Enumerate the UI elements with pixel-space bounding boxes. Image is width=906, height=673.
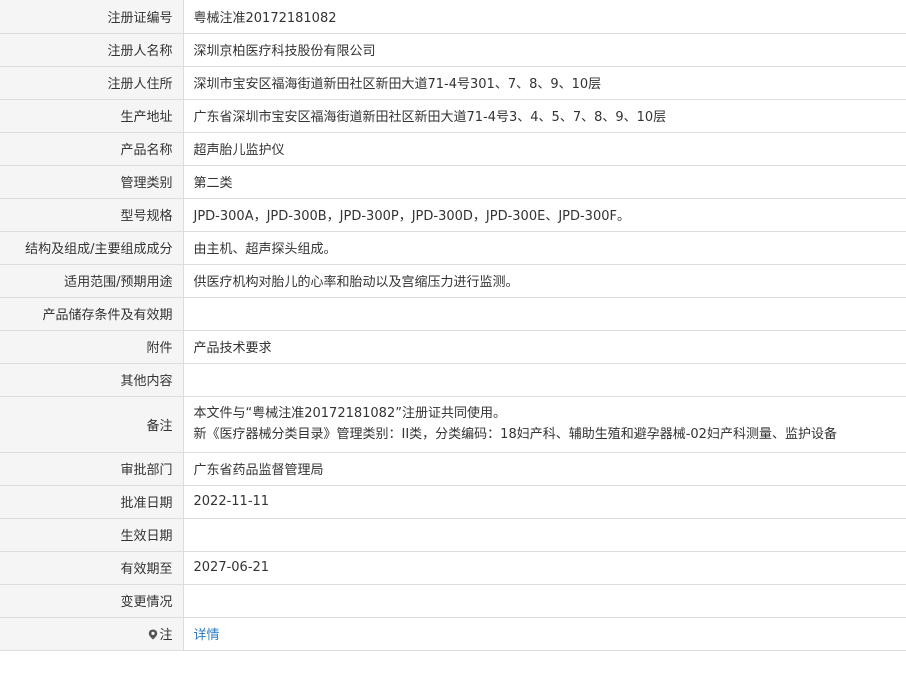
note-label-cell: 注 <box>0 617 184 651</box>
field-label: 结构及组成/主要组成成分 <box>0 231 184 265</box>
table-row: 注册人名称 深圳京柏医疗科技股份有限公司 <box>0 33 906 67</box>
registration-record-table: 注册证编号 粤械注准20172181082 注册人名称 深圳京柏医疗科技股份有限… <box>0 0 906 651</box>
table-row: 注册人住所 深圳市宝安区福海街道新田社区新田大道71-4号301、7、8、9、1… <box>0 66 906 100</box>
table-row: 批准日期 2022-11-11 <box>0 485 906 519</box>
field-label: 产品储存条件及有效期 <box>0 297 184 331</box>
map-pin-icon <box>148 629 158 640</box>
field-value <box>183 518 906 552</box>
field-label: 适用范围/预期用途 <box>0 264 184 298</box>
field-label: 备注 <box>0 396 184 453</box>
field-value: 粤械注准20172181082 <box>183 0 906 34</box>
field-label: 注 <box>159 628 173 643</box>
table-row: 变更情况 <box>0 584 906 618</box>
table-row: 生产地址 广东省深圳市宝安区福海街道新田社区新田大道71-4号3、4、5、7、8… <box>0 99 906 133</box>
remark-line: 本文件与“粤械注准20172181082”注册证共同使用。 <box>193 406 506 421</box>
field-value: 详情 <box>183 617 906 651</box>
table-row: 注册证编号 粤械注准20172181082 <box>0 0 906 34</box>
field-value: 产品技术要求 <box>183 330 906 364</box>
field-value-remarks: 本文件与“粤械注准20172181082”注册证共同使用。 新《医疗器械分类目录… <box>183 396 906 453</box>
remark-line: 新《医疗器械分类目录》管理类别：II类，分类编码：18妇产科、辅助生殖和避孕器械… <box>193 427 837 442</box>
table-row: 生效日期 <box>0 518 906 552</box>
field-value: 超声胎儿监护仪 <box>183 132 906 166</box>
field-label: 批准日期 <box>0 485 184 519</box>
table-row: 注 详情 <box>0 617 906 651</box>
field-value: 广东省深圳市宝安区福海街道新田社区新田大道71-4号3、4、5、7、8、9、10… <box>183 99 906 133</box>
field-label: 有效期至 <box>0 551 184 585</box>
field-label: 注册证编号 <box>0 0 184 34</box>
field-value: 广东省药品监督管理局 <box>183 452 906 486</box>
field-label: 其他内容 <box>0 363 184 397</box>
field-value: JPD-300A，JPD-300B，JPD-300P，JPD-300D，JPD-… <box>183 198 906 232</box>
field-label: 注册人住所 <box>0 66 184 100</box>
table-row: 其他内容 <box>0 363 906 397</box>
field-value: 2027-06-21 <box>183 551 906 585</box>
field-value: 2022-11-11 <box>183 485 906 519</box>
table-row: 型号规格 JPD-300A，JPD-300B，JPD-300P，JPD-300D… <box>0 198 906 232</box>
field-value: 第二类 <box>183 165 906 199</box>
table-row: 附件 产品技术要求 <box>0 330 906 364</box>
table-row: 结构及组成/主要组成成分 由主机、超声探头组成。 <box>0 231 906 265</box>
field-label: 生效日期 <box>0 518 184 552</box>
field-value: 深圳市宝安区福海街道新田社区新田大道71-4号301、7、8、9、10层 <box>183 66 906 100</box>
field-label: 产品名称 <box>0 132 184 166</box>
field-label: 注册人名称 <box>0 33 184 67</box>
field-value <box>183 363 906 397</box>
table-row: 产品储存条件及有效期 <box>0 297 906 331</box>
field-label: 附件 <box>0 330 184 364</box>
details-link[interactable]: 详情 <box>194 628 220 643</box>
field-label: 审批部门 <box>0 452 184 486</box>
field-label: 变更情况 <box>0 584 184 618</box>
field-value: 由主机、超声探头组成。 <box>183 231 906 265</box>
field-value: 深圳京柏医疗科技股份有限公司 <box>183 33 906 67</box>
table-row: 产品名称 超声胎儿监护仪 <box>0 132 906 166</box>
table-row: 备注 本文件与“粤械注准20172181082”注册证共同使用。 新《医疗器械分… <box>0 396 906 453</box>
table-row: 审批部门 广东省药品监督管理局 <box>0 452 906 486</box>
field-label: 管理类别 <box>0 165 184 199</box>
field-label: 型号规格 <box>0 198 184 232</box>
table-row: 有效期至 2027-06-21 <box>0 551 906 585</box>
field-value: 供医疗机构对胎儿的心率和胎动以及宫缩压力进行监测。 <box>183 264 906 298</box>
field-label: 生产地址 <box>0 99 184 133</box>
field-value <box>183 584 906 618</box>
field-value <box>183 297 906 331</box>
table-row: 管理类别 第二类 <box>0 165 906 199</box>
table-row: 适用范围/预期用途 供医疗机构对胎儿的心率和胎动以及宫缩压力进行监测。 <box>0 264 906 298</box>
